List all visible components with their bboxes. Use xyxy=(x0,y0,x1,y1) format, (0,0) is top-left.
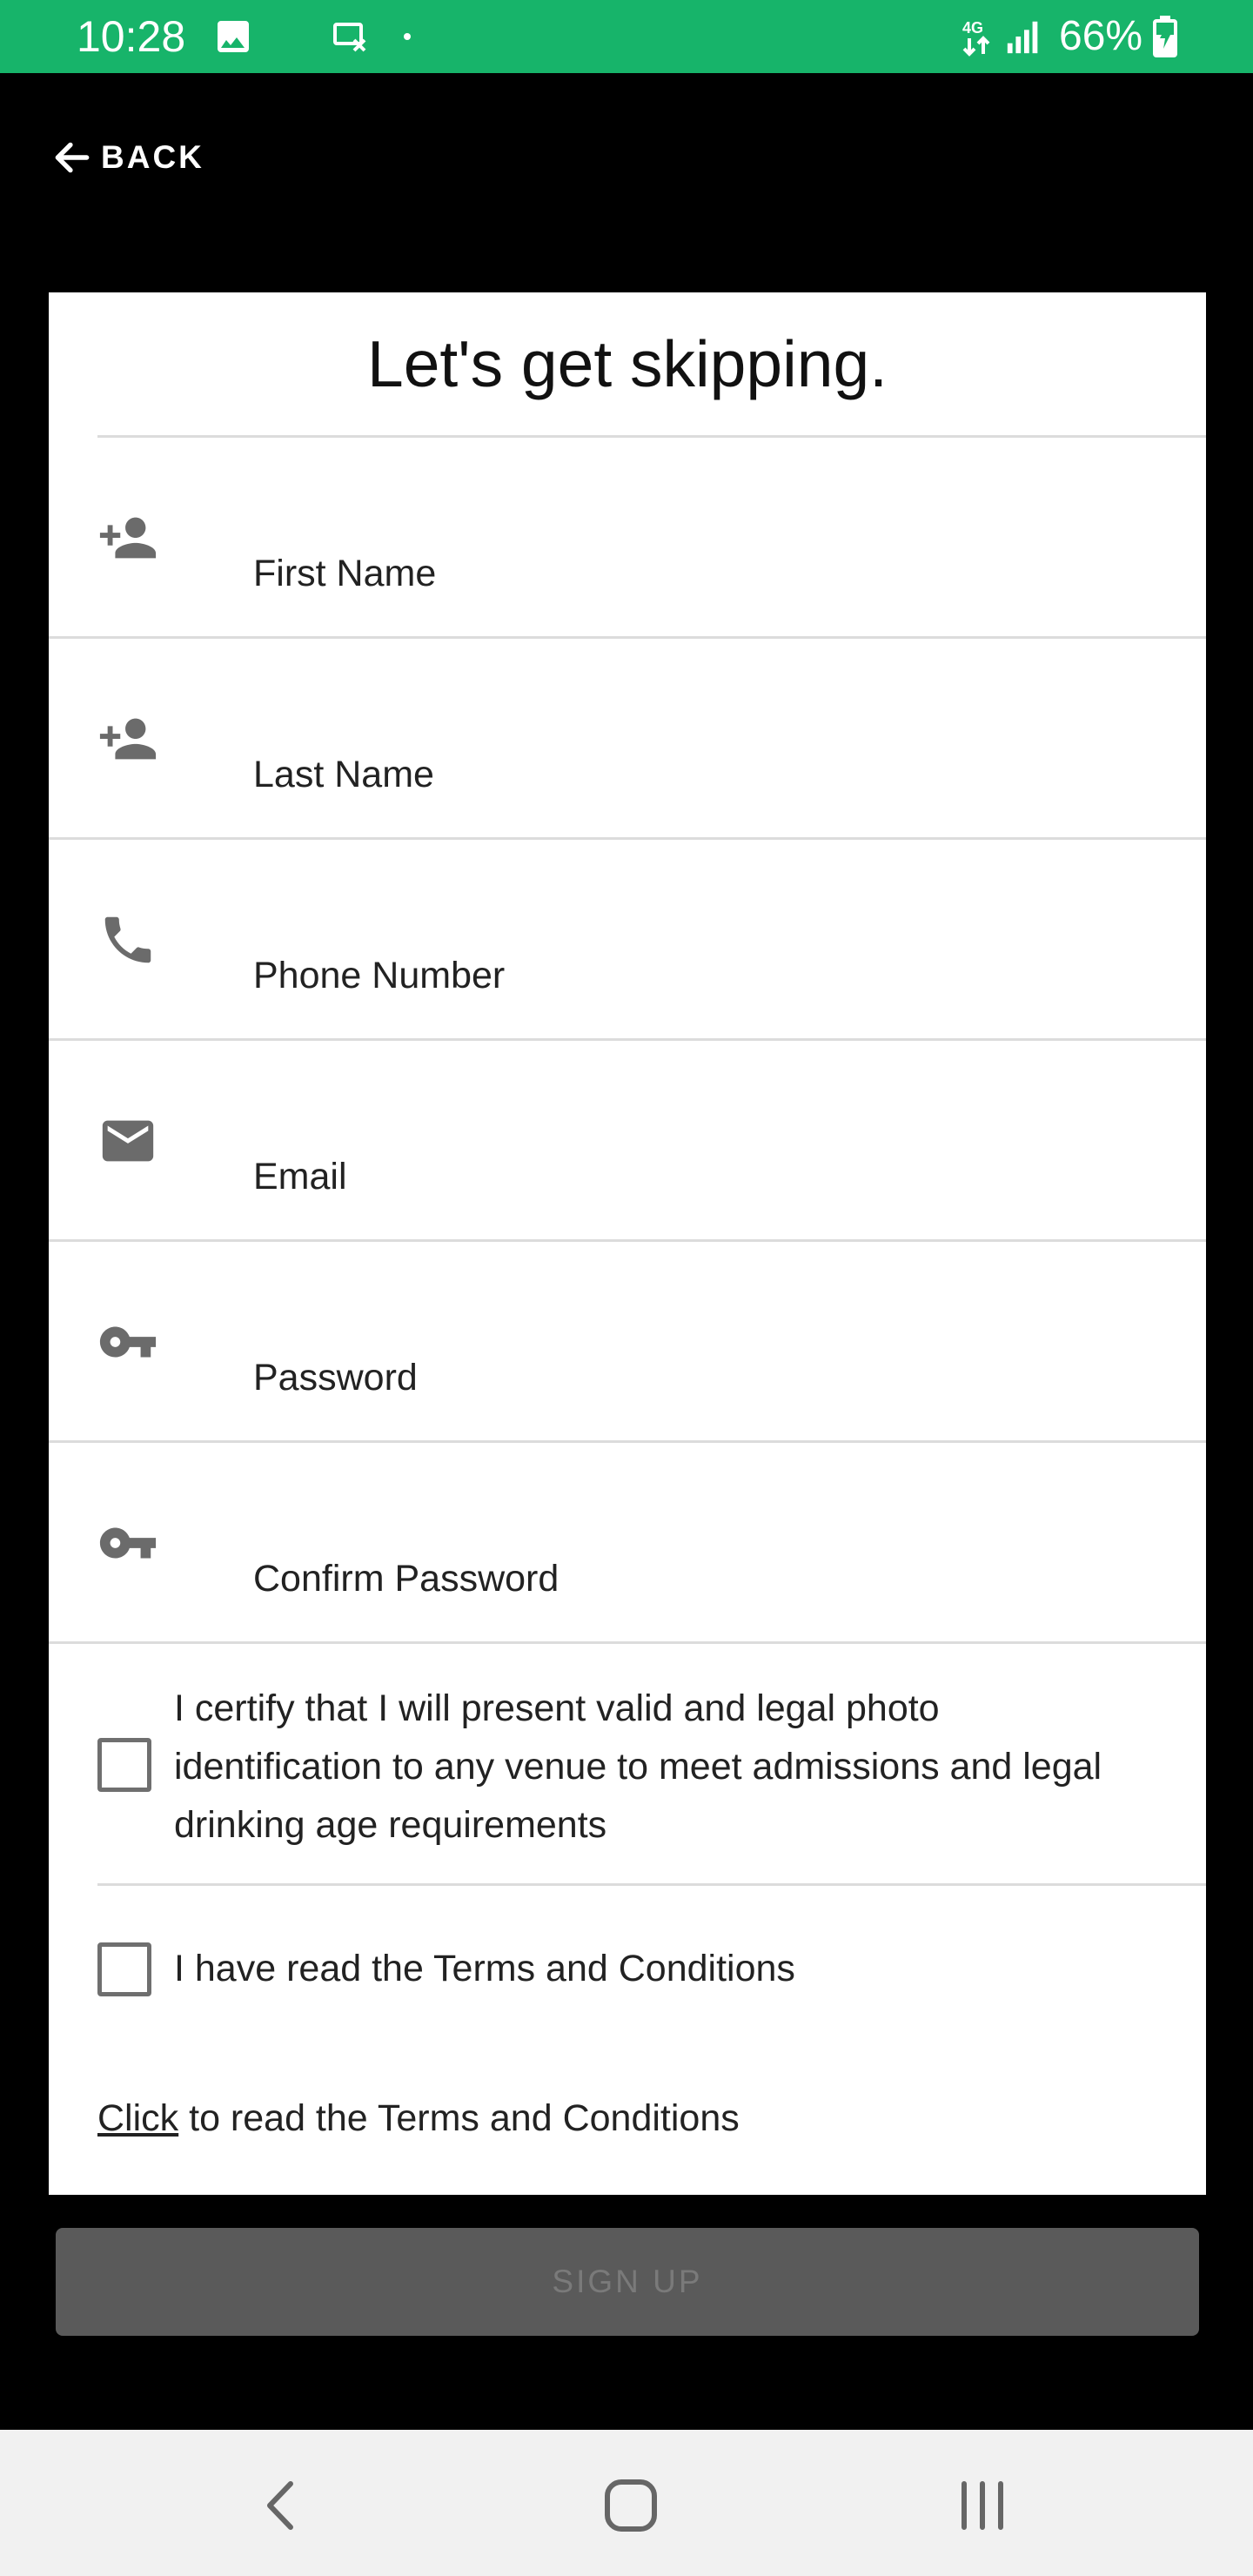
status-bar: 10:28 4G 66% xyxy=(0,0,1253,73)
last-name-field[interactable] xyxy=(253,747,1176,802)
last-name-row xyxy=(49,639,1206,840)
phone-number-field[interactable] xyxy=(253,948,1176,1003)
email-row xyxy=(49,1041,1206,1242)
certify-divider xyxy=(97,1883,1206,1886)
data-4g-icon: 4G xyxy=(962,19,990,57)
confirm-password-field[interactable] xyxy=(253,1551,1176,1607)
battery-charging-icon xyxy=(1153,16,1177,57)
certify-line: identification to any venue to meet admi… xyxy=(174,1746,1102,1788)
certify-line: I certify that I will present valid and … xyxy=(174,1687,940,1729)
certify-checkbox[interactable] xyxy=(97,1738,151,1792)
terms-link-line: Click to read the Terms and Conditions xyxy=(97,2092,740,2144)
first-name-row xyxy=(49,438,1206,639)
signal-icon xyxy=(1007,21,1038,54)
person-add-icon xyxy=(99,718,157,760)
terms-checkbox-label: I have read the Terms and Conditions xyxy=(174,1948,795,1989)
signup-card: Let's get skipping. I certify that I wil… xyxy=(49,292,1206,2195)
password-field[interactable] xyxy=(253,1350,1176,1405)
email-field[interactable] xyxy=(253,1149,1176,1204)
certify-label: I certify that I will present valid and … xyxy=(174,1680,1102,1855)
password-row xyxy=(49,1242,1206,1443)
dot-icon xyxy=(404,33,411,40)
terms-link-rest: to read the Terms and Conditions xyxy=(178,2097,740,2139)
terms-checkbox[interactable] xyxy=(97,1942,151,1996)
back-button[interactable]: BACK xyxy=(50,131,204,184)
terms-link[interactable]: Click xyxy=(97,2097,178,2139)
sign-up-button[interactable]: SIGN UP xyxy=(56,2228,1199,2336)
status-time: 10:28 xyxy=(77,12,186,61)
first-name-field[interactable] xyxy=(253,546,1176,601)
navigation-bar xyxy=(0,2430,1253,2576)
phone-row xyxy=(49,840,1206,1041)
home-nav-icon[interactable] xyxy=(592,2466,670,2545)
arrow-left-icon xyxy=(55,142,90,173)
person-add-icon xyxy=(99,517,157,559)
confirm-password-row xyxy=(49,1443,1206,1644)
svg-text:4G: 4G xyxy=(962,19,983,37)
image-icon xyxy=(218,21,249,52)
recents-nav-icon[interactable] xyxy=(943,2466,1022,2545)
phone-icon xyxy=(104,916,151,963)
battery-percent: 66% xyxy=(1059,13,1143,59)
page-title: Let's get skipping. xyxy=(366,327,888,400)
card-notification-icon xyxy=(333,23,366,52)
key-icon xyxy=(99,1527,157,1559)
back-label: BACK xyxy=(101,139,204,175)
email-icon xyxy=(102,1120,154,1162)
sign-up-label: SIGN UP xyxy=(552,2264,703,2299)
key-icon xyxy=(99,1326,157,1358)
certify-line: drinking age requirements xyxy=(174,1804,607,1846)
back-nav-icon[interactable] xyxy=(242,2466,320,2545)
